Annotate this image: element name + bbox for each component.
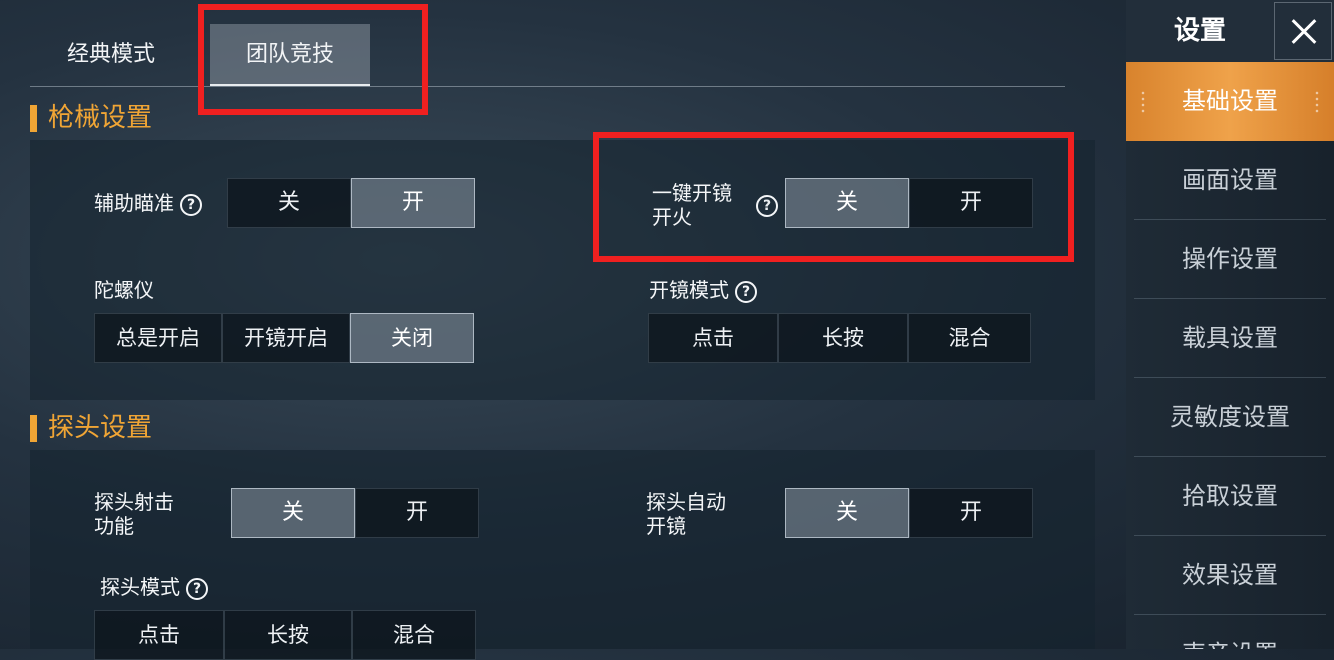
peek-mode-tap[interactable]: 点击	[94, 610, 224, 660]
tab-divider	[30, 86, 1065, 87]
sidebar-item-label: 基础设置	[1182, 87, 1278, 115]
peek-mode-label: 探头模式?	[100, 575, 208, 600]
gyroscope-off[interactable]: 关闭	[350, 313, 474, 363]
gyroscope-selector: 总是开启 开镜开启 关闭	[94, 313, 474, 363]
section-title-gun: 枪械设置	[30, 102, 152, 134]
aim-assist-label: 辅助瞄准?	[94, 191, 202, 216]
section-title-peek: 探头设置	[30, 412, 152, 444]
scope-mode-tap[interactable]: 点击	[648, 313, 778, 363]
sidebar-item-graphics[interactable]: 画面设置	[1134, 141, 1326, 220]
grip-icon	[1140, 90, 1146, 114]
sidebar-item-sensitivity[interactable]: 灵敏度设置	[1134, 378, 1326, 457]
peek-fire-on[interactable]: 开	[355, 488, 479, 538]
peek-mode-selector: 点击 长按 混合	[94, 610, 476, 660]
aim-assist-off[interactable]: 关	[227, 178, 351, 228]
sidebar-item-vehicle[interactable]: 载具设置	[1134, 299, 1326, 378]
peek-auto-scope-label: 探头自动 开镜	[646, 490, 726, 538]
peek-mode-hold[interactable]: 长按	[224, 610, 352, 660]
peek-fire-off[interactable]: 关	[231, 488, 355, 538]
aim-assist-on[interactable]: 开	[351, 178, 475, 228]
gyroscope-label: 陀螺仪	[94, 278, 154, 302]
settings-title: 设置	[1173, 16, 1226, 46]
settings-main: 经典模式 团队竞技 枪械设置 辅助瞄准? 关 开 一键开镜 开火 ? 关 开 陀螺…	[0, 0, 1126, 660]
help-icon[interactable]: ?	[186, 577, 208, 600]
sidebar-item-pickup[interactable]: 拾取设置	[1134, 457, 1326, 536]
sidebar-item-controls[interactable]: 操作设置	[1134, 220, 1326, 299]
sidebar-item-effects[interactable]: 效果设置	[1134, 536, 1326, 615]
aim-assist-toggle: 关 开	[227, 178, 475, 228]
peek-fire-toggle: 关 开	[231, 488, 479, 538]
grip-icon	[1314, 90, 1320, 114]
help-icon[interactable]: ?	[180, 193, 202, 216]
peek-mode-mixed[interactable]: 混合	[352, 610, 476, 660]
scope-mode-selector: 点击 长按 混合	[648, 313, 1031, 363]
sidebar-item-basic[interactable]: 基础设置	[1126, 62, 1334, 141]
peek-fire-label: 探头射击 功能	[94, 490, 174, 538]
highlight-box-team-tab	[198, 4, 428, 115]
tab-classic-mode[interactable]: 经典模式	[40, 24, 182, 86]
help-icon[interactable]: ?	[735, 280, 757, 303]
close-icon[interactable]	[1274, 2, 1332, 60]
peek-auto-scope-toggle: 关 开	[785, 488, 1033, 538]
peek-auto-scope-off[interactable]: 关	[785, 488, 909, 538]
gyroscope-scope-on[interactable]: 开镜开启	[222, 313, 350, 363]
sidebar-item-audio[interactable]: 声音设置	[1134, 615, 1326, 649]
scope-mode-label: 开镜模式?	[649, 278, 757, 303]
scope-mode-hold[interactable]: 长按	[778, 313, 908, 363]
scope-mode-mixed[interactable]: 混合	[908, 313, 1031, 363]
highlight-box-one-tap-fire	[593, 132, 1074, 262]
peek-auto-scope-on[interactable]: 开	[909, 488, 1033, 538]
gyroscope-always-on[interactable]: 总是开启	[94, 313, 222, 363]
settings-sidebar: 设置 基础设置 画面设置 操作设置 载具设置 灵敏度设置 拾取设置 效果设置 声…	[1126, 0, 1334, 649]
sidebar-header: 设置	[1126, 0, 1334, 62]
